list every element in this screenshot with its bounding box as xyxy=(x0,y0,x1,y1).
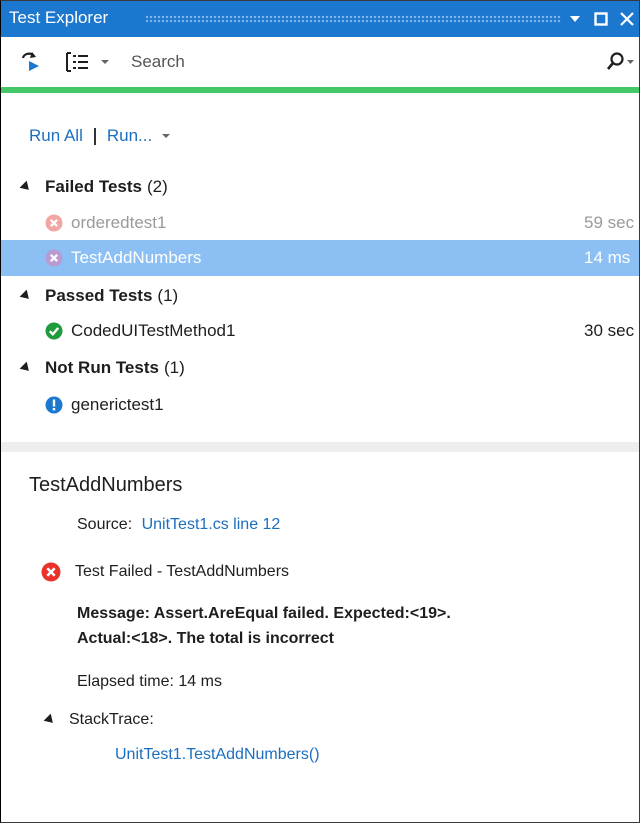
failed-icon xyxy=(45,249,63,267)
stacktrace-label: StackTrace: xyxy=(69,711,154,728)
collapse-triangle-icon[interactable] xyxy=(19,289,33,303)
chevron-down-icon[interactable] xyxy=(160,130,172,142)
group-count: (1) xyxy=(157,286,179,305)
group-failed-tests[interactable]: Failed Tests (2) xyxy=(19,173,168,201)
collapse-triangle-icon[interactable] xyxy=(19,180,33,194)
detail-source: Source: UnitTest1.cs line 12 xyxy=(77,516,280,534)
test-duration: 59 sec xyxy=(584,213,635,232)
test-name: CodedUITestMethod1 xyxy=(71,321,236,340)
source-label: Source: xyxy=(77,516,133,533)
group-not-run-tests[interactable]: Not Run Tests (1) xyxy=(19,354,185,382)
detail-title: TestAddNumbers xyxy=(29,474,183,496)
info-icon xyxy=(45,396,63,414)
separator xyxy=(93,127,96,145)
failed-icon xyxy=(41,562,61,582)
test-row-testaddnumbers[interactable]: TestAddNumbers 14 ms xyxy=(1,240,639,276)
group-by-icon[interactable] xyxy=(63,47,91,77)
test-duration: 14 ms xyxy=(584,248,631,267)
collapse-triangle-icon[interactable] xyxy=(19,361,33,375)
run-tests-icon[interactable] xyxy=(19,47,43,77)
test-name: TestAddNumbers xyxy=(71,248,202,267)
window-title: Test Explorer xyxy=(9,8,109,27)
stack-frame-link[interactable]: UnitTest1.TestAddNumbers() xyxy=(115,746,320,764)
group-passed-tests[interactable]: Passed Tests (1) xyxy=(19,282,179,310)
collapse-triangle-icon[interactable] xyxy=(43,713,57,727)
group-name: Passed Tests xyxy=(45,286,153,305)
run-all-link[interactable]: Run All xyxy=(29,126,83,146)
search-input[interactable] xyxy=(127,47,575,77)
close-icon[interactable] xyxy=(615,1,639,37)
pane-splitter[interactable] xyxy=(1,442,639,452)
message-line: Actual:<18>. The total is incorrect xyxy=(77,630,334,647)
title-bar: Test Explorer xyxy=(1,1,639,37)
toolbar xyxy=(1,37,639,87)
result-text: Test Failed - TestAddNumbers xyxy=(75,563,290,580)
run-menu-link[interactable]: Run... xyxy=(107,126,152,146)
group-name: Failed Tests xyxy=(45,177,142,196)
test-duration: 30 sec xyxy=(584,321,635,340)
test-row-codeduitestmethod1[interactable]: CodedUITestMethod1 30 sec xyxy=(1,313,639,349)
chevron-down-icon[interactable] xyxy=(99,47,111,77)
stacktrace-header[interactable]: StackTrace: xyxy=(43,711,154,729)
message-line: Message: Assert.AreEqual failed. Expecte… xyxy=(77,605,451,622)
dropdown-icon[interactable] xyxy=(563,1,587,37)
title-grip[interactable] xyxy=(145,15,561,23)
test-explorer-window: Test Explorer Search Run All Run... Fail… xyxy=(0,0,640,823)
failure-message: Message: Assert.AreEqual failed. Expecte… xyxy=(77,601,617,651)
elapsed-time: Elapsed time: 14 ms xyxy=(77,673,222,690)
run-actions: Run All Run... xyxy=(29,126,172,146)
failed-icon xyxy=(45,214,63,232)
search-icon[interactable] xyxy=(605,47,635,77)
group-count: (1) xyxy=(163,358,185,377)
test-name: orderedtest1 xyxy=(71,213,167,232)
run-progress-bar xyxy=(1,87,639,93)
maximize-icon[interactable] xyxy=(589,1,613,37)
test-name: generictest1 xyxy=(71,395,164,414)
test-row-orderedtest1[interactable]: orderedtest1 59 sec xyxy=(1,205,639,241)
passed-icon xyxy=(45,322,63,340)
group-name: Not Run Tests xyxy=(45,358,159,377)
source-link[interactable]: UnitTest1.cs line 12 xyxy=(142,516,281,533)
group-count: (2) xyxy=(147,177,168,196)
detail-result: Test Failed - TestAddNumbers xyxy=(41,562,289,582)
test-row-generictest1[interactable]: generictest1 xyxy=(1,387,639,423)
